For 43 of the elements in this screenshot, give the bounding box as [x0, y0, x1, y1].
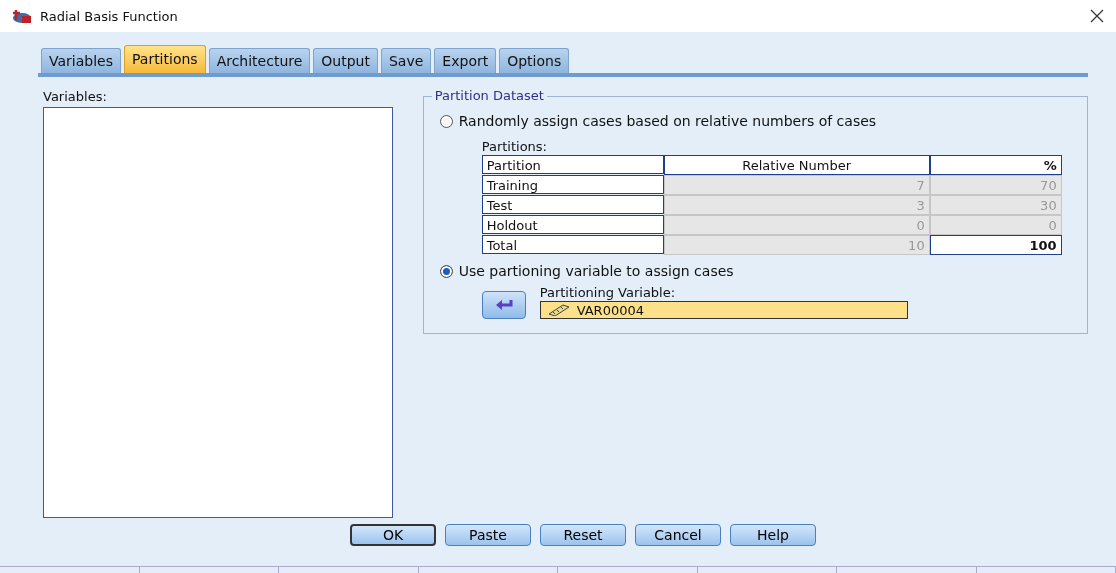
group-title: Partition Dataset [431, 88, 547, 103]
table-label: Partitions: [481, 139, 548, 155]
table-cell: 0 [929, 215, 1062, 235]
field-label: Partitioning Variable: [539, 285, 677, 301]
table-cell: Training [481, 175, 664, 194]
table-cell: Holdout [481, 215, 664, 234]
option-label: Randomly assign cases based on relative numbers of cases [458, 113, 877, 129]
table-cell: 70 [929, 175, 1062, 195]
tab[interactable]: Export [434, 48, 497, 73]
list-label: Variables: [43, 89, 108, 105]
close-icon[interactable] [1090, 9, 1104, 23]
table-cell: 100 [929, 235, 1062, 255]
table-cell: 3 [663, 195, 930, 215]
table-cell: 7 [663, 175, 930, 195]
dialog-button[interactable]: Help [730, 524, 816, 546]
field-value: VAR00004 [576, 302, 644, 318]
tab[interactable]: Architecture [208, 48, 311, 73]
ruler-icon [546, 304, 571, 316]
tab[interactable]: Partitions [124, 45, 206, 73]
table-cell: Total [481, 235, 664, 254]
tab[interactable]: Save [381, 48, 432, 73]
column-header: Partition [481, 155, 664, 174]
dialog-button[interactable]: Reset [540, 524, 626, 546]
table-cell: 10 [663, 235, 930, 255]
table-cell: 30 [929, 195, 1062, 215]
tab[interactable]: Variables [41, 48, 121, 73]
radio-button[interactable] [439, 114, 453, 128]
variable-field[interactable]: VAR00004 [539, 301, 908, 319]
tab[interactable]: Output [313, 48, 378, 73]
dialog-button[interactable]: Paste [445, 524, 531, 546]
column-header: % [929, 155, 1062, 175]
arrow-icon [494, 299, 513, 311]
column-header: Relative Number [663, 155, 930, 175]
app-icon [12, 8, 32, 24]
option-label: Use partioning variable to assign cases [458, 263, 734, 279]
radio-button[interactable] [439, 264, 453, 278]
table-cell: Test [481, 195, 664, 214]
table-cell: 0 [663, 215, 930, 235]
window-title: Radial Basis Function [40, 8, 179, 24]
tab[interactable]: Options [499, 48, 570, 73]
dialog-button[interactable]: OK [350, 524, 436, 546]
move-button[interactable] [481, 291, 526, 319]
dialog-button[interactable]: Cancel [635, 524, 721, 546]
